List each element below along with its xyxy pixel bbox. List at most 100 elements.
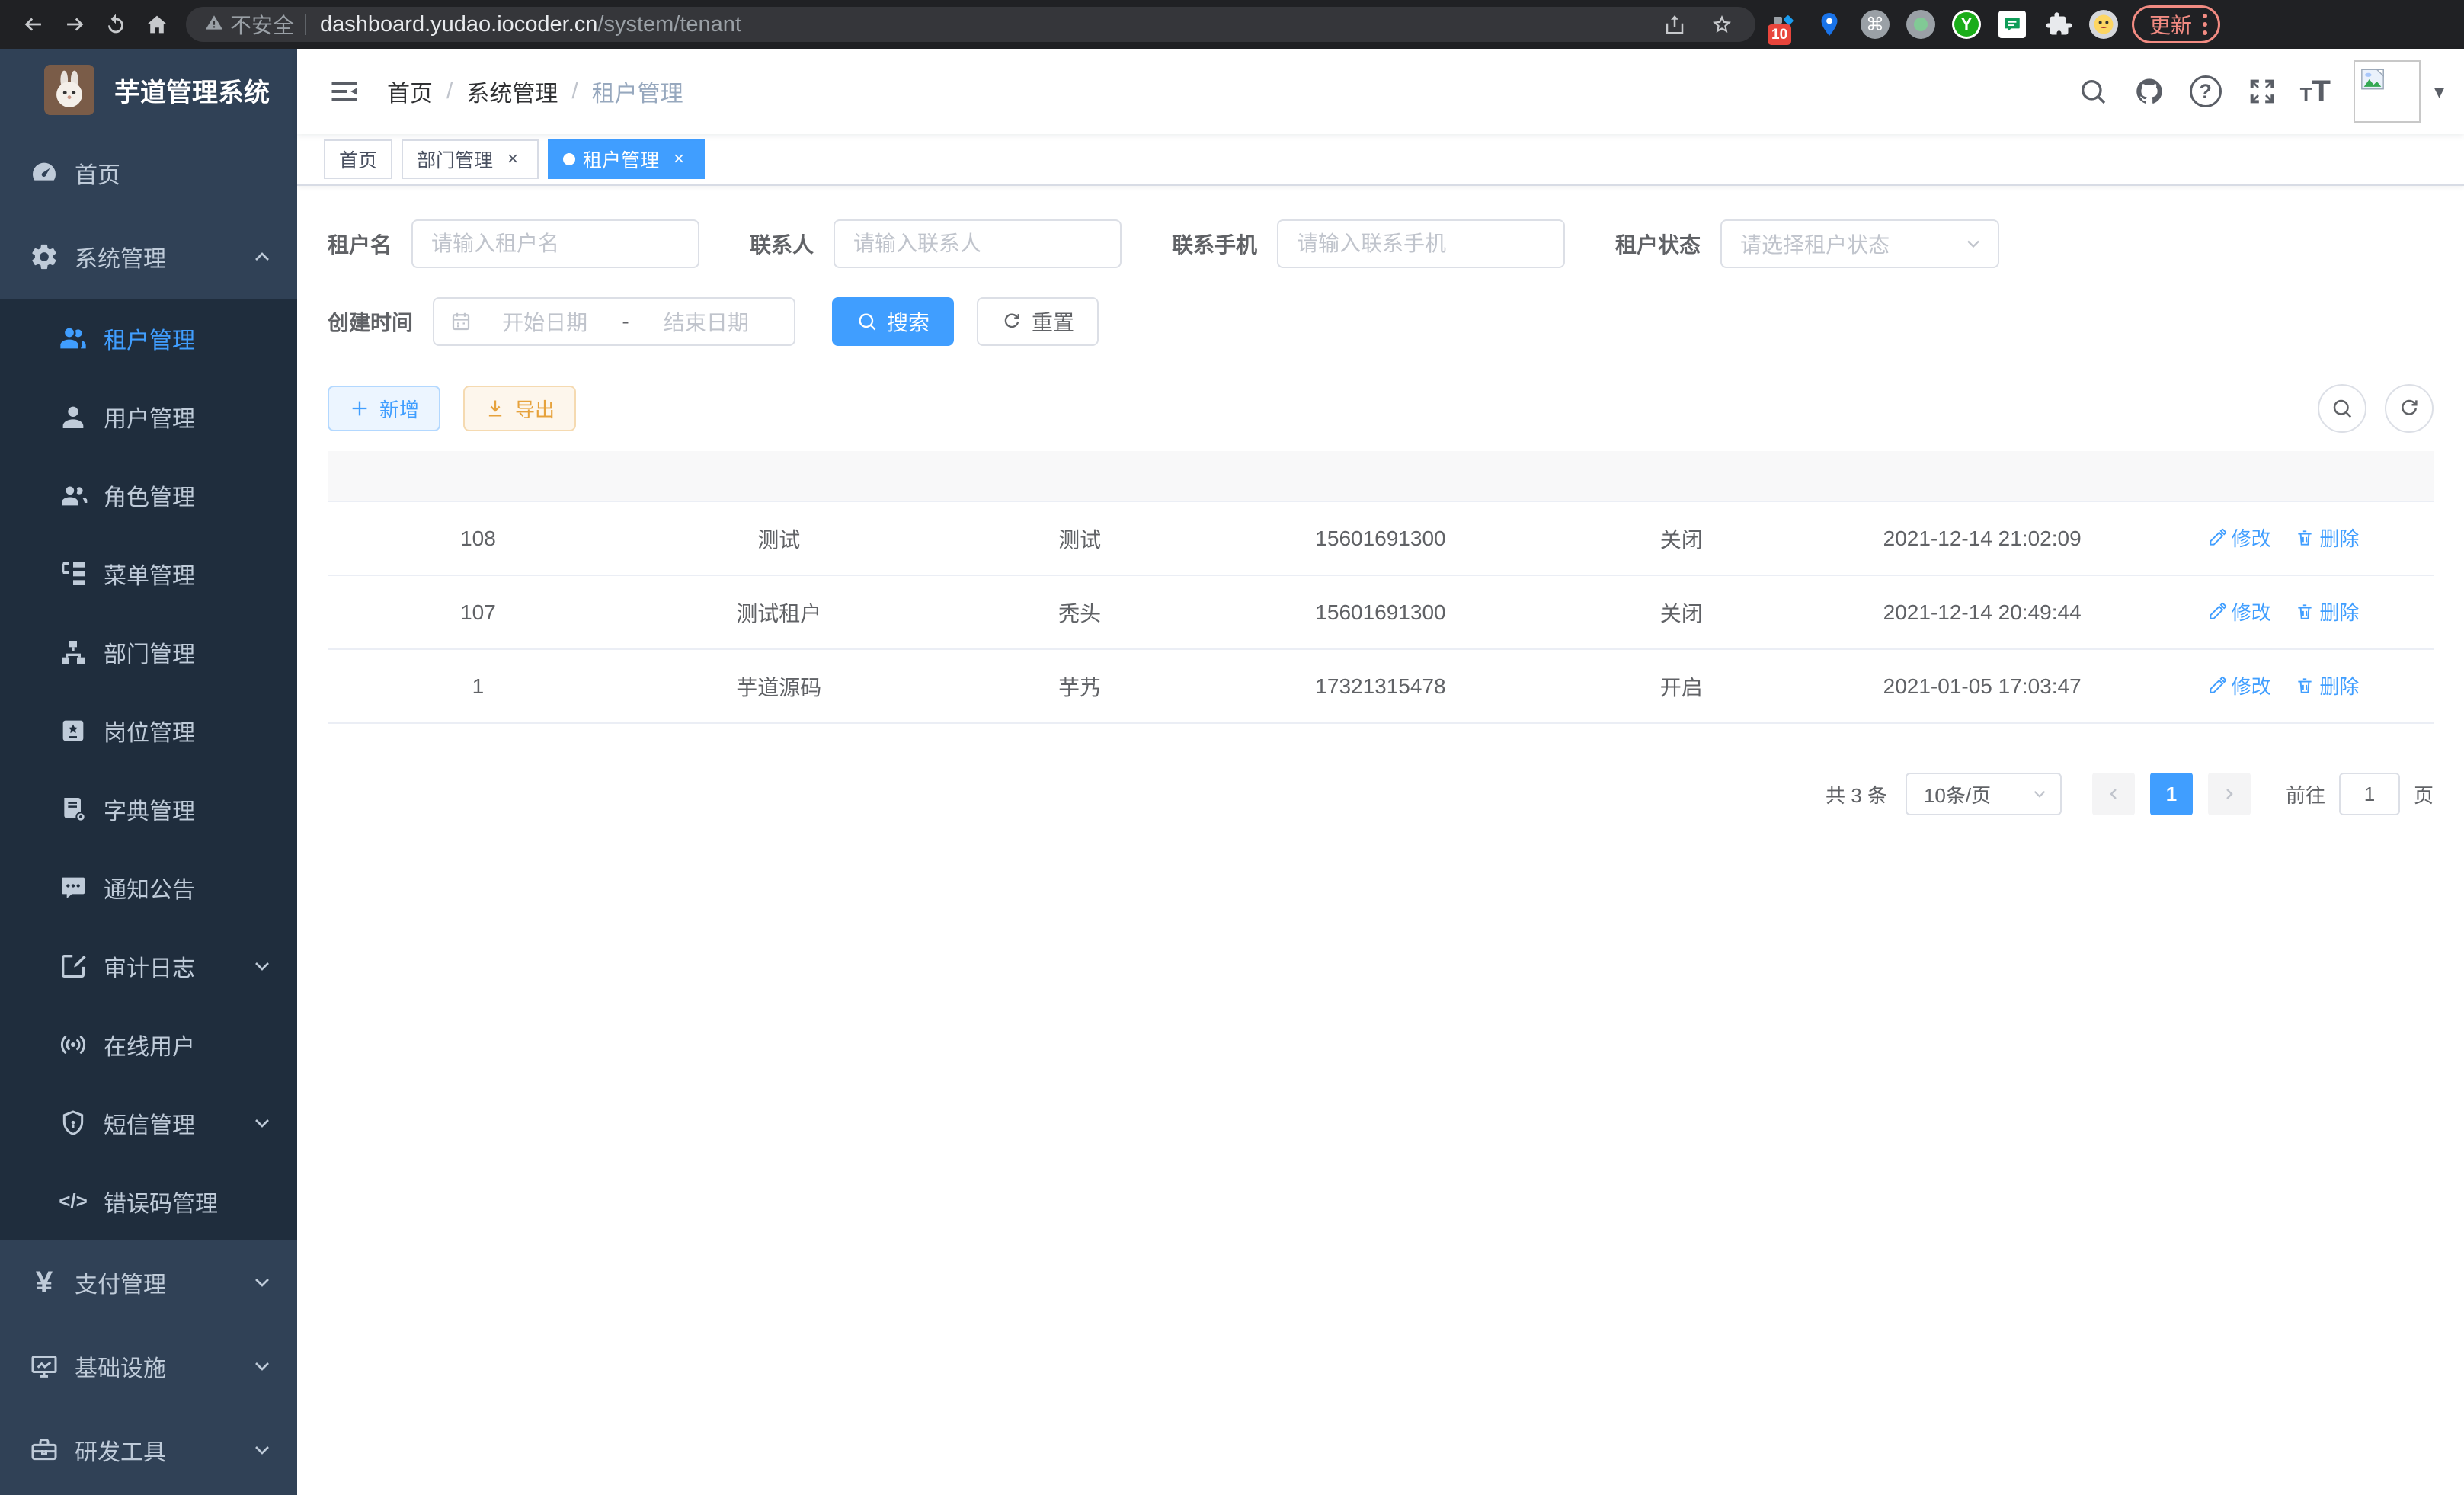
delete-link[interactable]: 删除 bbox=[2295, 671, 2359, 699]
extension-puzzle-icon[interactable] bbox=[2040, 7, 2075, 42]
sidebar-item-menu[interactable]: 菜单管理 bbox=[0, 534, 297, 613]
search-button[interactable]: 搜索 bbox=[832, 297, 954, 346]
page-number-1[interactable]: 1 bbox=[2150, 773, 2193, 815]
sidebar-item-post[interactable]: 岗位管理 bbox=[0, 691, 297, 770]
browser-forward-icon[interactable] bbox=[58, 8, 91, 41]
tree-menu-icon bbox=[58, 559, 88, 589]
table-row: 108 测试 测试 15601691300 关闭 2021-12-14 21:0… bbox=[328, 501, 2434, 575]
breadcrumb-system[interactable]: 系统管理 bbox=[466, 75, 558, 108]
prev-page-button[interactable] bbox=[2092, 773, 2135, 815]
url-bar[interactable]: 不安全 dashboard.yudao.iocoder.cn/system/te… bbox=[186, 7, 1755, 42]
chevron-left-icon bbox=[2104, 785, 2123, 803]
close-icon[interactable]: × bbox=[502, 149, 523, 170]
mobile-input[interactable] bbox=[1277, 219, 1565, 268]
table-row: 1 芋道源码 芋艿 17321315478 开启 2021-01-05 17:0… bbox=[328, 649, 2434, 723]
sidebar-item-audit-log[interactable]: 审计日志 bbox=[0, 927, 297, 1005]
sidebar-item-pay[interactable]: ¥ 支付管理 bbox=[0, 1240, 297, 1324]
contact-label: 联系人 bbox=[750, 229, 814, 259]
sidebar-item-devtools[interactable]: 研发工具 bbox=[0, 1408, 297, 1492]
extension-pin-icon[interactable] bbox=[1812, 7, 1847, 42]
filter-row-2: 创建时间 开始日期 - 结束日期 搜索 重置 bbox=[328, 297, 2434, 346]
url-text: dashboard.yudao.iocoder.cn/system/tenant bbox=[320, 12, 741, 37]
sidebar-item-role[interactable]: 角色管理 bbox=[0, 456, 297, 534]
goto-page-input[interactable] bbox=[2339, 773, 2400, 815]
start-date-placeholder: 开始日期 bbox=[472, 306, 617, 337]
contact-input[interactable] bbox=[834, 219, 1122, 268]
cell-tenant-name: 测试租户 bbox=[629, 575, 930, 649]
table-header-cell bbox=[328, 451, 629, 501]
sidebar-item-dept[interactable]: 部门管理 bbox=[0, 613, 297, 691]
browser-reload-icon[interactable] bbox=[99, 8, 133, 41]
extension-camera-icon[interactable] bbox=[1903, 7, 1938, 42]
org-tree-icon bbox=[58, 637, 88, 667]
bookmark-star-icon[interactable] bbox=[1707, 9, 1737, 40]
system-submenu: 租户管理 用户管理 角色管理 菜单管理 bbox=[0, 299, 297, 1240]
chevron-right-icon bbox=[2220, 785, 2238, 803]
export-button[interactable]: 导出 bbox=[463, 386, 576, 431]
tenant-name-input[interactable] bbox=[411, 219, 699, 268]
font-size-icon[interactable]: TT bbox=[2300, 75, 2331, 109]
chrome-update-button[interactable]: 更新 bbox=[2132, 5, 2220, 43]
edit-link[interactable]: 修改 bbox=[2207, 597, 2271, 626]
cell-created-time: 2021-12-14 21:02:09 bbox=[1832, 501, 2133, 575]
edit-link[interactable]: 修改 bbox=[2207, 523, 2271, 552]
tab-tenant[interactable]: 租户管理 × bbox=[548, 139, 705, 179]
fullscreen-icon[interactable] bbox=[2244, 73, 2280, 110]
app-title: 芋道管理系统 bbox=[114, 72, 270, 109]
shield-icon bbox=[58, 1108, 88, 1138]
breadcrumb-home[interactable]: 首页 bbox=[387, 75, 433, 108]
sidebar-collapse-icon[interactable] bbox=[328, 75, 361, 108]
extension-chat-icon[interactable] bbox=[1995, 7, 2030, 42]
sidebar-item-home[interactable]: 首页 bbox=[0, 131, 297, 215]
sidebar-item-online-users[interactable]: 在线用户 bbox=[0, 1005, 297, 1084]
caret-down-icon[interactable]: ▾ bbox=[2434, 80, 2444, 104]
status-label: 租户状态 bbox=[1615, 229, 1701, 259]
extension-y-icon[interactable]: Y bbox=[1949, 7, 1984, 42]
cell-mobile: 15601691300 bbox=[1230, 501, 1531, 575]
trash-icon bbox=[2295, 602, 2315, 622]
extension-badge: 10 bbox=[1768, 24, 1791, 45]
create-time-range-picker[interactable]: 开始日期 - 结束日期 bbox=[433, 297, 795, 346]
refresh-table-button[interactable] bbox=[2385, 384, 2434, 433]
sidebar-item-dict[interactable]: 字典管理 bbox=[0, 770, 297, 848]
dictionary-icon bbox=[58, 794, 88, 824]
github-icon[interactable] bbox=[2131, 73, 2168, 110]
breadcrumb-separator: / bbox=[571, 78, 578, 104]
avatar[interactable] bbox=[2354, 60, 2421, 123]
chevron-down-icon bbox=[1963, 233, 1984, 255]
page-size-select[interactable]: 10条/页 bbox=[1906, 773, 2062, 815]
browser-back-icon[interactable] bbox=[17, 8, 50, 41]
table-header-cell bbox=[1832, 451, 2133, 501]
extension-collection-icon[interactable]: 10 bbox=[1766, 7, 1801, 42]
chrome-menu-icon[interactable] bbox=[2203, 14, 2207, 35]
sidebar-item-tenant[interactable]: 租户管理 bbox=[0, 299, 297, 377]
delete-link[interactable]: 删除 bbox=[2295, 523, 2359, 552]
add-button[interactable]: 新增 bbox=[328, 386, 440, 431]
page-unit-label: 页 bbox=[2414, 780, 2434, 808]
extension-command-icon[interactable]: ⌘ bbox=[1858, 7, 1893, 42]
sidebar-item-errcode[interactable]: </> 错误码管理 bbox=[0, 1162, 297, 1240]
header-search-icon[interactable] bbox=[2075, 73, 2111, 110]
extension-emoji-icon[interactable] bbox=[2086, 7, 2121, 42]
sidebar-item-user[interactable]: 用户管理 bbox=[0, 377, 297, 456]
sidebar: 芋道管理系统 首页 系统管理 租户管理 bbox=[0, 49, 297, 1495]
hide-search-button[interactable] bbox=[2318, 384, 2366, 433]
close-icon[interactable]: × bbox=[668, 149, 690, 170]
sidebar-item-sms[interactable]: 短信管理 bbox=[0, 1084, 297, 1162]
monitor-icon bbox=[27, 1349, 61, 1383]
sidebar-item-notice[interactable]: 通知公告 bbox=[0, 848, 297, 927]
sidebar-item-system[interactable]: 系统管理 bbox=[0, 215, 297, 299]
tab-dept[interactable]: 部门管理 × bbox=[402, 139, 539, 179]
delete-link[interactable]: 删除 bbox=[2295, 597, 2359, 626]
reset-button[interactable]: 重置 bbox=[977, 297, 1099, 346]
edit-link[interactable]: 修改 bbox=[2207, 671, 2271, 699]
status-select[interactable]: 请选择租户状态 bbox=[1720, 219, 1999, 268]
sidebar-item-infra[interactable]: 基础设施 bbox=[0, 1324, 297, 1408]
browser-home-icon[interactable] bbox=[140, 8, 174, 41]
logo-row[interactable]: 芋道管理系统 bbox=[0, 49, 297, 131]
cell-tenant-name: 测试 bbox=[629, 501, 930, 575]
tab-home[interactable]: 首页 bbox=[324, 139, 392, 179]
next-page-button[interactable] bbox=[2208, 773, 2251, 815]
help-icon[interactable]: ? bbox=[2187, 73, 2224, 110]
share-icon[interactable] bbox=[1659, 9, 1690, 40]
